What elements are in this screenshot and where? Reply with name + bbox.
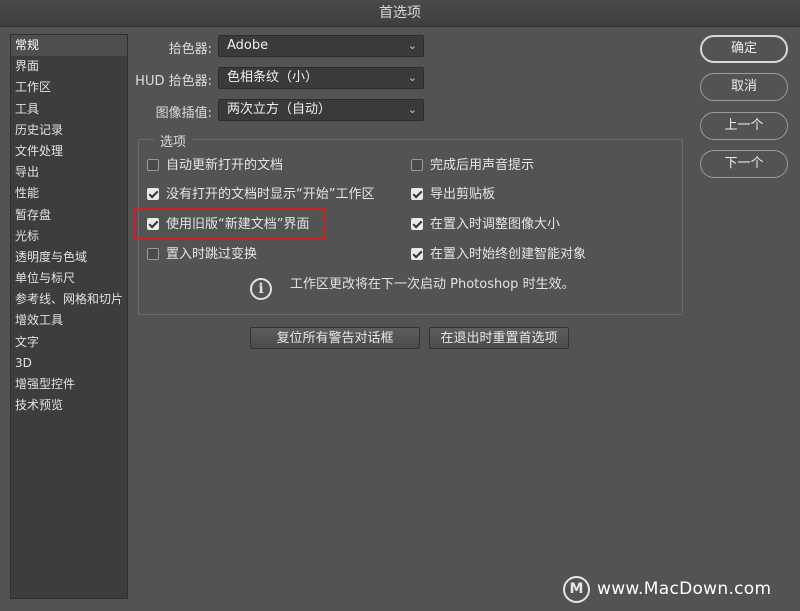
sidebar-item-workspace[interactable]: 工作区 — [11, 77, 127, 98]
reset-warnings-button[interactable]: 复位所有警告对话框 — [250, 327, 420, 349]
option-label: 导出剪贴板 — [430, 187, 496, 202]
checkbox-export-clipboard[interactable] — [411, 188, 423, 200]
option-label: 自动更新打开的文档 — [166, 158, 284, 173]
option-label: 没有打开的文档时显示“开始”工作区 — [166, 187, 375, 202]
sidebar-item-tech-preview[interactable]: 技术预览 — [11, 395, 127, 416]
color-picker-label: 拾色器: — [168, 42, 212, 57]
highlight-box — [133, 208, 326, 240]
interpolation-label: 图像插值: — [155, 106, 212, 121]
options-group-title: 选项 — [154, 131, 193, 150]
chevron-down-icon: ⌄ — [407, 39, 417, 52]
option-auto-update-docs[interactable]: 自动更新打开的文档 — [147, 157, 283, 175]
option-export-clipboard[interactable]: 导出剪贴板 — [411, 186, 495, 204]
sidebar: 常规 界面 工作区 工具 历史记录 文件处理 导出 性能 暂存盘 光标 透明度与… — [10, 34, 128, 599]
hud-color-picker-value: 色相条纹（小） — [227, 70, 319, 85]
checkbox-auto-update-docs[interactable] — [147, 159, 159, 171]
option-smart-objects[interactable]: 在置入时始终创建智能对象 — [411, 246, 586, 264]
watermark-text: www.MacDown.com — [597, 579, 772, 599]
next-button[interactable]: 下一个 — [700, 150, 788, 178]
sidebar-item-type[interactable]: 文字 — [11, 332, 127, 353]
sidebar-item-guides-grid[interactable]: 参考线、网格和切片 — [11, 289, 127, 310]
color-picker-value: Adobe — [227, 38, 269, 53]
sidebar-item-transparency[interactable]: 透明度与色域 — [11, 247, 127, 268]
sidebar-item-file-handling[interactable]: 文件处理 — [11, 141, 127, 162]
option-resize-on-place[interactable]: 在置入时调整图像大小 — [411, 216, 560, 234]
sidebar-item-scratch-disks[interactable]: 暂存盘 — [11, 205, 127, 226]
cancel-button[interactable]: 取消 — [700, 73, 788, 101]
interpolation-value: 两次立方（自动） — [227, 102, 332, 117]
window-title: 首选项 — [0, 0, 800, 27]
checkbox-skip-transform[interactable] — [147, 248, 159, 260]
sidebar-item-export[interactable]: 导出 — [11, 162, 127, 183]
hud-color-picker-select[interactable]: 色相条纹（小） ⌄ — [218, 67, 424, 89]
chevron-down-icon: ⌄ — [407, 103, 417, 116]
color-picker-select[interactable]: Adobe ⌄ — [218, 35, 424, 57]
option-label: 置入时跳过变换 — [166, 247, 258, 262]
sidebar-item-general[interactable]: 常规 — [11, 35, 127, 57]
option-skip-transform[interactable]: 置入时跳过变换 — [147, 246, 257, 264]
sidebar-item-3d[interactable]: 3D — [11, 353, 127, 374]
reset-prefs-button[interactable]: 在退出时重置首选项 — [429, 327, 569, 349]
hud-color-picker-label: HUD 拾色器: — [135, 74, 212, 89]
checkbox-resize-on-place[interactable] — [411, 218, 423, 230]
macdown-logo-icon: M — [563, 576, 590, 603]
option-label: 在置入时调整图像大小 — [430, 217, 561, 232]
chevron-down-icon: ⌄ — [407, 71, 417, 84]
sidebar-item-interface[interactable]: 界面 — [11, 56, 127, 77]
checkbox-beep-when-done[interactable] — [411, 159, 423, 171]
ok-button[interactable]: 确定 — [700, 35, 788, 63]
sidebar-item-cursors[interactable]: 光标 — [11, 226, 127, 247]
info-icon: i — [250, 278, 272, 300]
checkbox-show-start-workspace[interactable] — [147, 188, 159, 200]
option-show-start-workspace[interactable]: 没有打开的文档时显示“开始”工作区 — [147, 186, 374, 204]
sidebar-item-enhanced-controls[interactable]: 增强型控件 — [11, 374, 127, 395]
sidebar-item-history[interactable]: 历史记录 — [11, 120, 127, 141]
checkbox-smart-objects[interactable] — [411, 248, 423, 260]
sidebar-item-performance[interactable]: 性能 — [11, 183, 127, 204]
option-beep-when-done[interactable]: 完成后用声音提示 — [411, 157, 534, 175]
option-label: 完成后用声音提示 — [430, 158, 535, 173]
interpolation-select[interactable]: 两次立方（自动） ⌄ — [218, 99, 424, 121]
sidebar-item-units-rulers[interactable]: 单位与标尺 — [11, 268, 127, 289]
option-label: 在置入时始终创建智能对象 — [430, 247, 587, 262]
prev-button[interactable]: 上一个 — [700, 112, 788, 140]
info-text: 工作区更改将在下一次启动 Photoshop 时生效。 — [290, 277, 575, 292]
sidebar-item-tools[interactable]: 工具 — [11, 99, 127, 120]
sidebar-item-plugins[interactable]: 增效工具 — [11, 310, 127, 331]
